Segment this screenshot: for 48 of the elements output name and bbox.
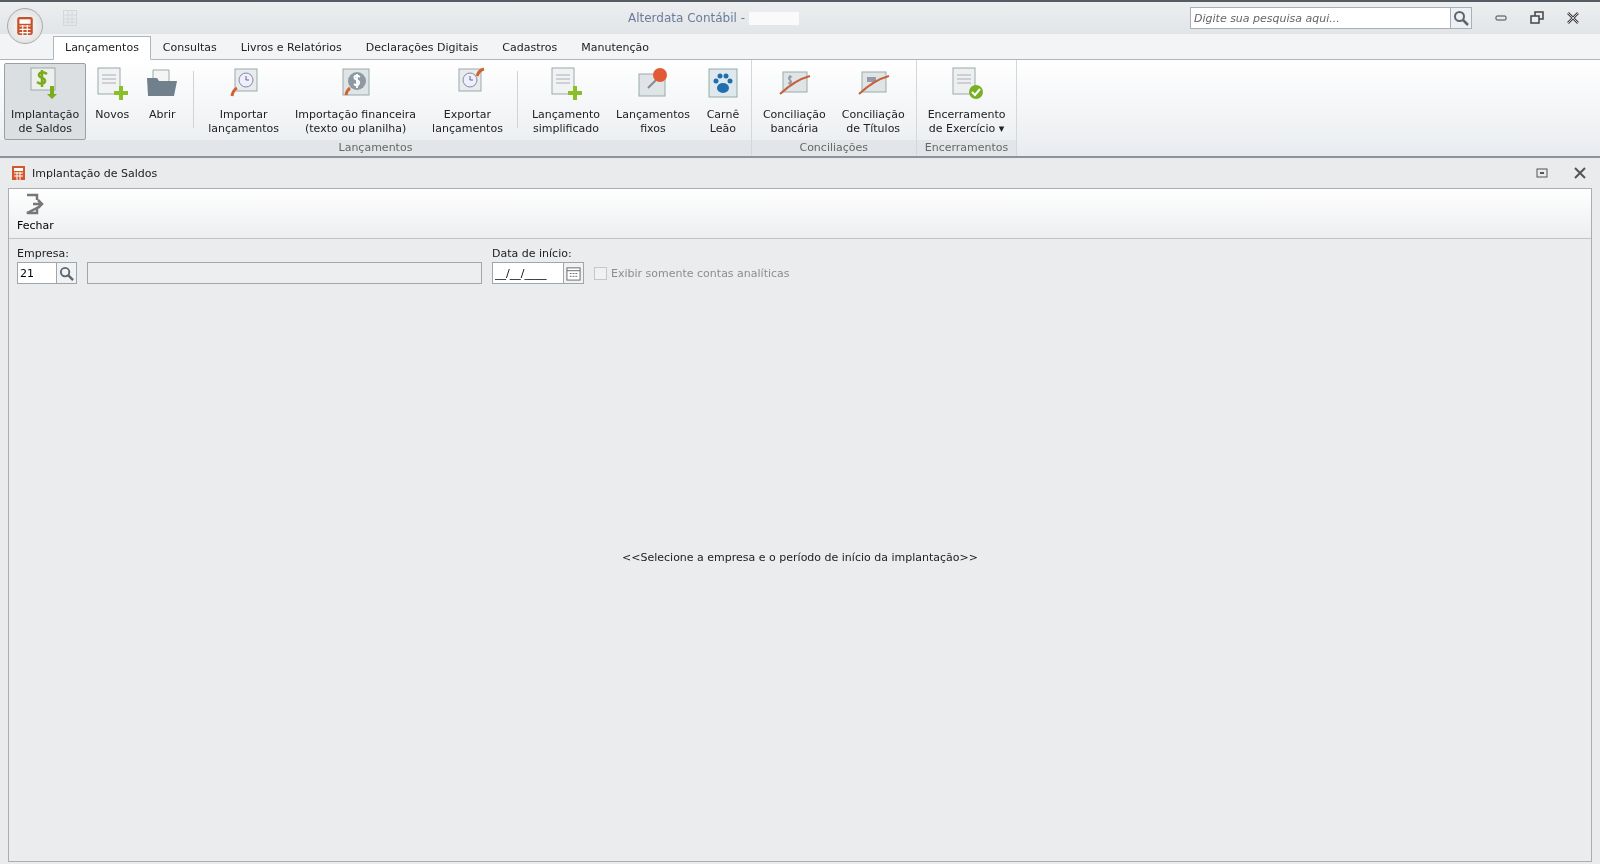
ribbon-tab[interactable]: Consultas: [150, 36, 229, 60]
group-label: Encerramentos: [916, 140, 1017, 156]
ribbon-tab[interactable]: Declarações Digitais: [353, 36, 491, 60]
calendar-button[interactable]: [564, 262, 584, 284]
ribbon-button[interactable]: Importar lançamentos: [201, 63, 287, 140]
ribbon-button[interactable]: Conciliação bancária: [755, 63, 833, 140]
search-icon: [1453, 10, 1469, 26]
field-label: Empresa:: [17, 247, 70, 260]
document-check-icon: [949, 66, 984, 100]
field-label: Data de início:: [492, 247, 573, 260]
app-menu-button[interactable]: [7, 8, 43, 44]
ribbon-button[interactable]: Exportar lançamentos: [425, 63, 510, 140]
ribbon-button[interactable]: Carnê Leão: [698, 63, 747, 140]
group-label: Conciliações: [751, 140, 916, 156]
search-button[interactable]: [57, 262, 77, 284]
document-plus-icon: [548, 66, 583, 100]
restore-icon[interactable]: [1530, 11, 1544, 25]
calculator-icon: [10, 165, 26, 181]
window-title: Alterdata Contábil -: [628, 11, 745, 25]
ribbon-tab[interactable]: Cadastros: [490, 36, 570, 60]
ribbon-button[interactable]: Encerramento de Exercício ▾: [920, 63, 1013, 140]
pushpin-icon: [635, 66, 670, 100]
search-field[interactable]: Digite sua pesquisa aqui...: [1190, 7, 1450, 29]
search-button[interactable]: [1450, 7, 1472, 29]
close-button[interactable]: Fechar: [17, 193, 54, 232]
ribbon-button[interactable]: Implantação de Saldos: [4, 63, 87, 140]
ribbon-button[interactable]: Novos: [88, 63, 137, 140]
status-message: <<Selecione a empresa e o período de início da implantação>>: [622, 551, 978, 564]
calculator-icon: [16, 16, 34, 36]
paw-icon: [705, 66, 740, 100]
ribbon-button[interactable]: Conciliação de Títulos: [834, 63, 912, 140]
search-icon: [59, 265, 74, 281]
date-field[interactable]: __/__/____: [492, 262, 564, 284]
document-plus-icon: [95, 66, 130, 100]
restore-icon[interactable]: [1536, 167, 1548, 179]
ribbon-button[interactable]: Importação financeira (texto ou planilha): [288, 63, 424, 140]
ribbon-tab[interactable]: Livros e Relatórios: [228, 36, 354, 60]
ribbon-button[interactable]: Lançamento simplificado: [524, 63, 608, 140]
close-icon[interactable]: [1574, 167, 1586, 179]
ribbon-tab[interactable]: Manutenção: [569, 36, 661, 60]
calendar-icon: [566, 265, 581, 281]
ribbon-tab[interactable]: Lançamentos: [53, 36, 151, 60]
ribbon-button[interactable]: Lançamentos fixos: [609, 63, 697, 140]
ribbon-button[interactable]: Abrir: [138, 63, 187, 140]
group-label: Lançamentos: [0, 140, 751, 156]
close-icon[interactable]: [1566, 11, 1580, 25]
document-title: Implantação de Saldos: [32, 166, 158, 180]
company-code-field[interactable]: 21: [17, 262, 57, 284]
